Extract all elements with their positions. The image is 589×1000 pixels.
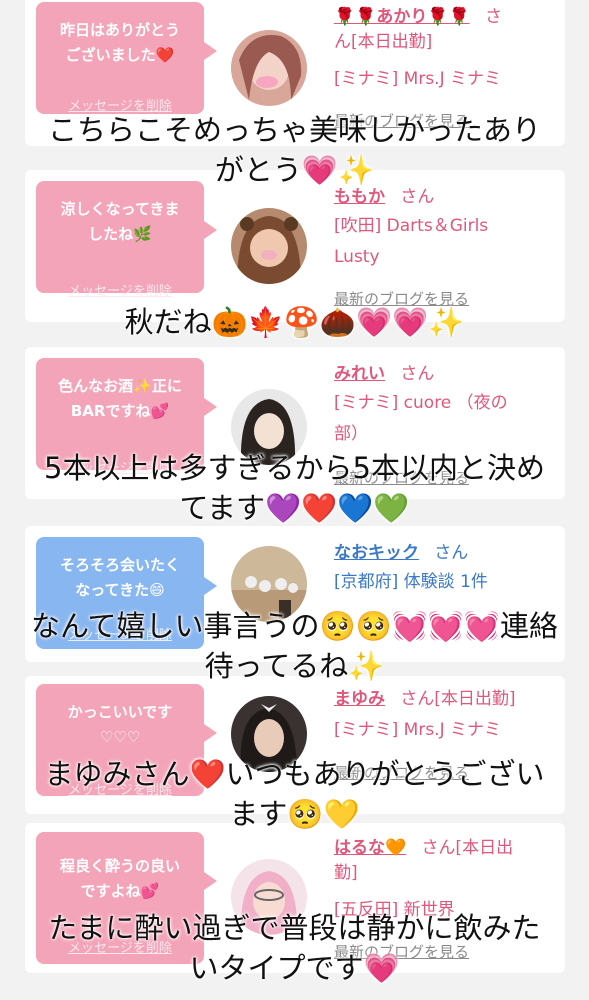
message-card: 涼しくなってきま したね🌿 メッセージを削除 ももか さん [吹田] Darts… bbox=[25, 170, 565, 322]
cast-name-link[interactable]: はるな🧡 bbox=[334, 838, 406, 858]
shop-name-line-2[interactable]: 部） bbox=[334, 419, 557, 450]
avatar[interactable] bbox=[231, 208, 307, 284]
message-text: 程良く酔うの良い ですよね💕 bbox=[59, 857, 180, 900]
reply-caption: 秋だね🎃🍁🍄🌰💗💗✨ bbox=[124, 305, 465, 339]
message-bubble: 昨日はありがとう ございました❤️ メッセージを削除 bbox=[36, 2, 217, 114]
message-text: そろそろ会いたく なってきた😄 bbox=[59, 556, 180, 599]
message-bubble: 涼しくなってきま したね🌿 メッセージを削除 bbox=[36, 181, 217, 299]
shop-name[interactable]: [ミナミ] Mrs.J ミナミ bbox=[334, 715, 557, 746]
cast-name-link[interactable]: まゆみ bbox=[334, 689, 385, 709]
honorific: さん bbox=[434, 543, 469, 563]
delete-message-link[interactable]: メッセージを削除 bbox=[36, 279, 204, 304]
message-text: 昨日はありがとう ございました❤️ bbox=[59, 21, 180, 64]
cast-name-link[interactable]: みれい bbox=[334, 364, 385, 384]
shop-name[interactable]: [ミナミ] Mrs.J ミナミ bbox=[334, 64, 557, 95]
reply-caption: なんて嬉しい事言うの🥺🥺💓💓💓連絡 待ってるね✨ bbox=[30, 609, 559, 683]
honorific: さん[本日出 bbox=[421, 838, 514, 858]
honorific: さん[本日出勤] bbox=[400, 689, 516, 709]
honorific: さ bbox=[484, 7, 502, 27]
honorific-continued: 勤] bbox=[334, 863, 358, 883]
reply-caption: 5本以上は多すぎるから5本以内と決め てます💜❤️💙💚 bbox=[44, 451, 545, 525]
reply-caption: たまに酔い過ぎで普段は静かに飲みた いタイプです💗 bbox=[48, 911, 541, 985]
cast-name-link[interactable]: ももか bbox=[334, 187, 385, 207]
avatar[interactable] bbox=[231, 30, 307, 106]
message-text: 色んなお酒✨正に BARですね💕 bbox=[58, 377, 182, 420]
reply-caption: まゆみさん❤️いつもありがとうござい ます🥺💛 bbox=[44, 757, 545, 831]
honorific-continued: ん[本日出勤] bbox=[334, 32, 433, 52]
shop-name-line-2[interactable]: Lusty bbox=[334, 242, 557, 273]
reviewer-info[interactable]: [京都府] 体験談 1件 bbox=[334, 567, 557, 598]
reviewer-name-link[interactable]: なおキック bbox=[334, 543, 419, 563]
shop-name-line-1[interactable]: [吹田] Darts＆Girls bbox=[334, 211, 557, 242]
honorific: さん bbox=[400, 187, 435, 207]
shop-name-line-1[interactable]: [ミナミ] cuore （夜の bbox=[334, 388, 557, 419]
cast-name-link[interactable]: 🌹🌹あかり🌹🌹 bbox=[334, 7, 470, 27]
message-text: かっこいいです ♡♡♡ bbox=[67, 703, 173, 746]
message-text: 涼しくなってきま したね🌿 bbox=[60, 200, 180, 243]
honorific: さん bbox=[400, 364, 435, 384]
reply-caption: こちらこそめっちゃ美味しかったあり がとう💗✨ bbox=[47, 113, 541, 187]
